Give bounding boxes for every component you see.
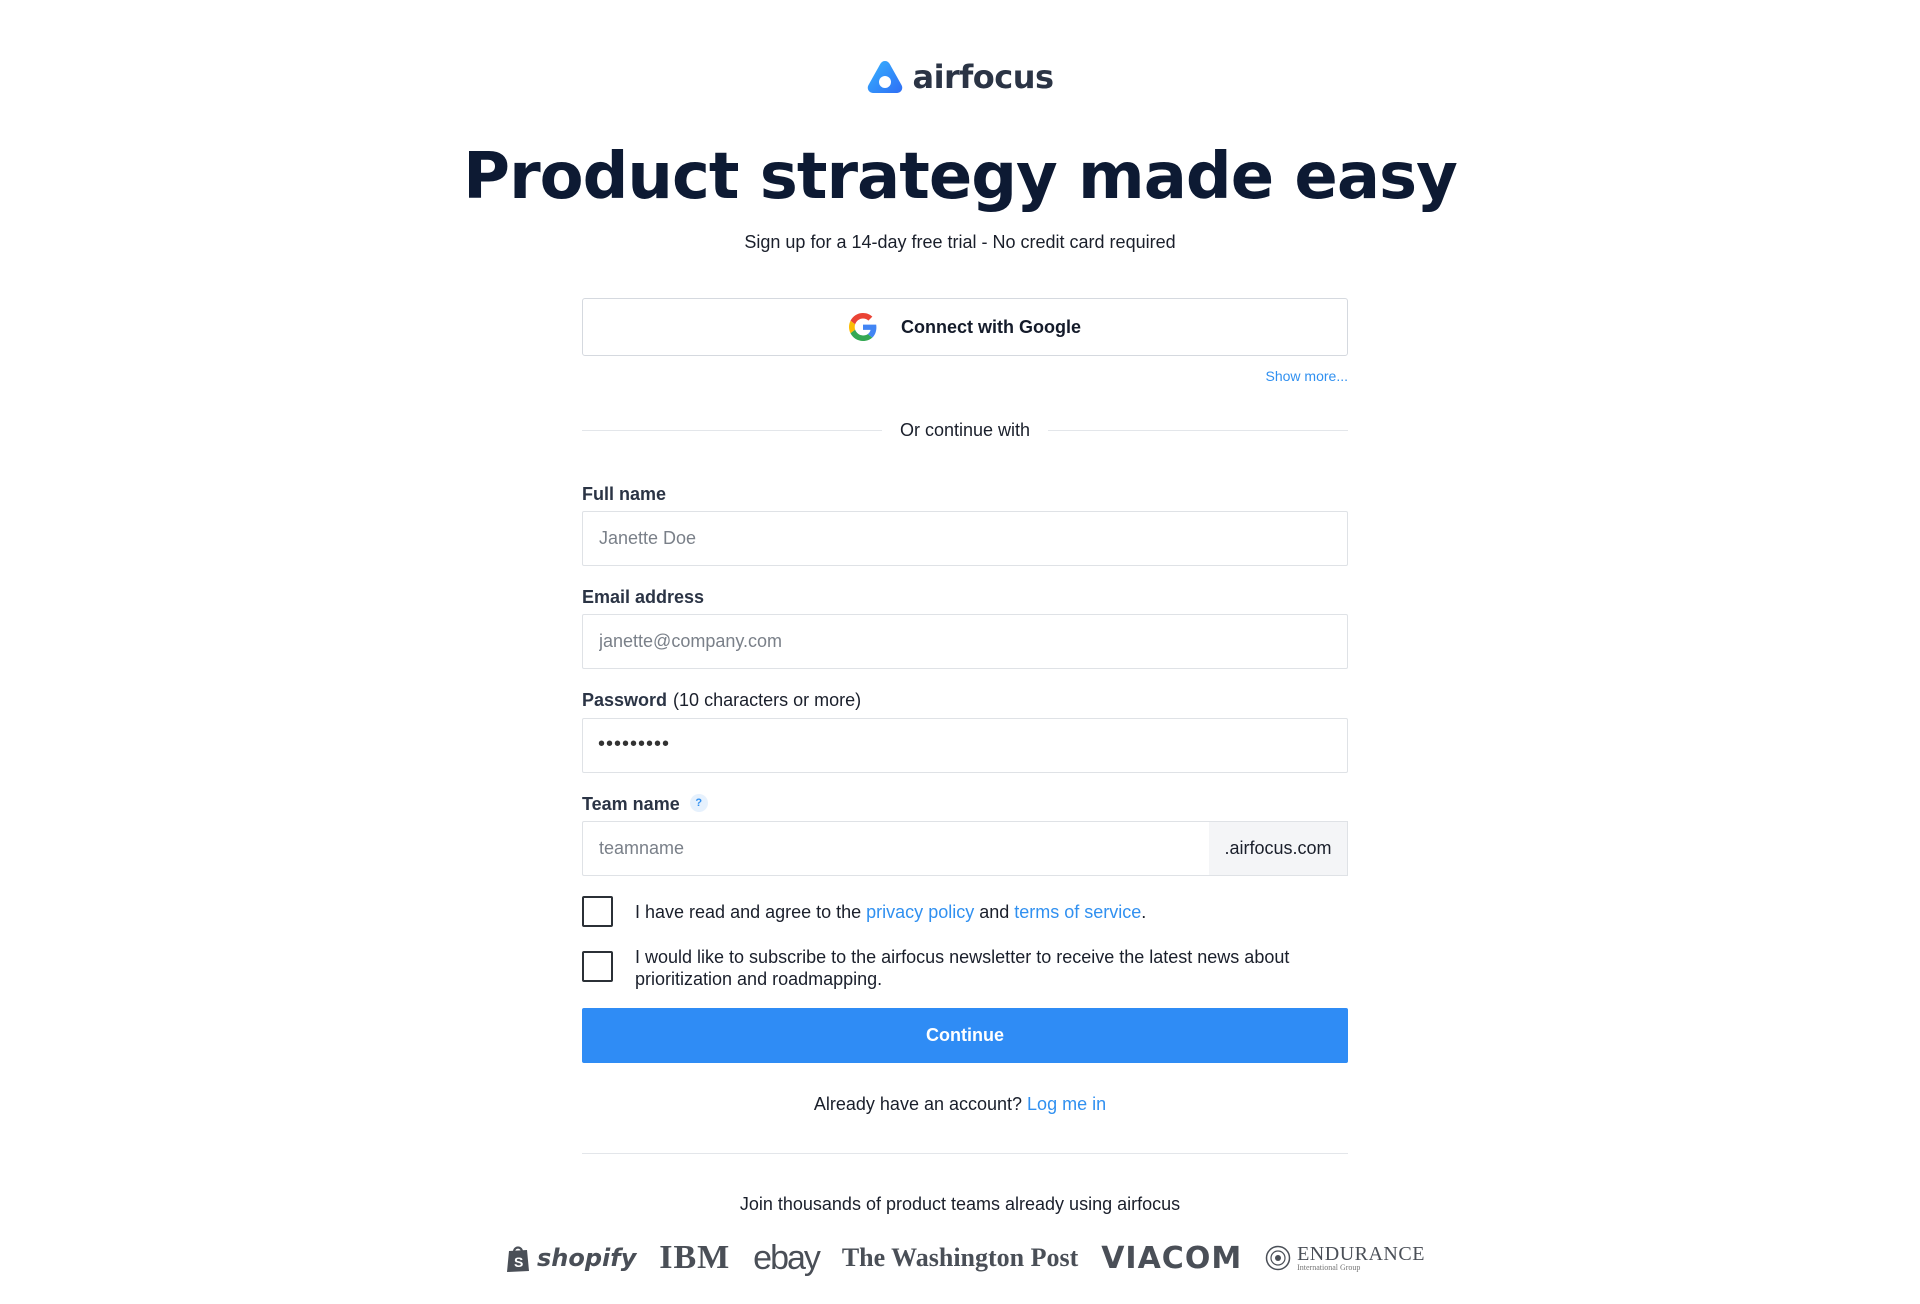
page-subtitle: Sign up for a 14-day free trial - No cre… — [744, 232, 1176, 252]
newsletter-text: I would like to subscribe to the airfocu… — [635, 947, 1290, 989]
shopify-logo-text: shopify — [537, 1244, 637, 1272]
connect-google-label: Connect with Google — [901, 316, 1081, 337]
password-label: Password — [582, 690, 668, 710]
privacy-policy-link[interactable]: privacy policy — [866, 902, 974, 922]
consent-prefix: I have read and agree to the — [635, 902, 867, 922]
login-prompt-text: Already have an account? — [813, 1094, 1028, 1114]
consent-row: I have read and agree to the privacy pol… — [582, 896, 1348, 927]
endurance-logo-subtext: International Group — [1297, 1263, 1361, 1272]
full-name-label: Full name — [582, 484, 667, 504]
or-divider: Or continue with — [582, 418, 1348, 442]
shopify-logo: S shopify — [505, 1243, 636, 1273]
ebay-logo: ebay — [753, 1238, 821, 1278]
team-name-input[interactable] — [582, 821, 1209, 876]
consent-text: I have read and agree to the privacy pol… — [635, 901, 1146, 923]
password-label-row: Password (10 characters or more) — [582, 690, 861, 711]
email-label: Email address — [582, 587, 705, 607]
consent-suffix: . — [1141, 902, 1147, 922]
full-name-input[interactable] — [582, 511, 1348, 566]
footer-divider — [582, 1153, 1348, 1154]
google-icon — [849, 313, 877, 341]
email-input[interactable] — [582, 614, 1348, 669]
ebay-logo-text: ebay — [753, 1238, 821, 1277]
team-name-label-row: Team name? — [582, 794, 708, 815]
terms-of-service-link[interactable]: terms of service — [1014, 902, 1141, 922]
help-icon[interactable]: ? — [689, 794, 708, 813]
airfocus-logo-text: airfocus — [912, 58, 1054, 96]
newsletter-checkbox[interactable] — [582, 951, 613, 982]
washington-post-logo-text: The Washington Post — [841, 1243, 1079, 1272]
log-me-in-link[interactable]: Log me in — [1027, 1094, 1106, 1114]
divider-line-left — [582, 429, 882, 431]
password-hint: (10 characters or more) — [673, 690, 862, 710]
ibm-logo-text: IBM — [659, 1239, 731, 1276]
viacom-logo: VIACOM — [1101, 1241, 1242, 1276]
login-prompt: Already have an account? Log me in — [0, 1094, 1920, 1115]
team-domain-suffix: .airfocus.com — [1209, 821, 1348, 876]
customer-logos: S shopify IBM ebay The Washington Post V… — [505, 1238, 1425, 1278]
newsletter-row: I would like to subscribe to the airfocu… — [582, 947, 1348, 990]
show-more-link[interactable]: Show more... — [1200, 368, 1348, 384]
endurance-logo-text: ENDURANCE — [1297, 1243, 1425, 1265]
divider-line-right — [1048, 429, 1348, 431]
viacom-logo-text: VIACOM — [1101, 1240, 1243, 1276]
team-name-label: Team name — [582, 794, 680, 814]
consent-checkbox[interactable] — [582, 896, 613, 927]
endurance-logo: ENDURANCE International Group — [1265, 1244, 1425, 1272]
connect-google-button[interactable]: Connect with Google — [582, 298, 1348, 356]
endurance-emblem-icon — [1265, 1245, 1291, 1271]
airfocus-logo-icon — [868, 61, 903, 93]
divider-text: Or continue with — [899, 419, 1031, 440]
ibm-logo: IBM — [659, 1239, 730, 1277]
page-title: Product strategy made easy — [463, 140, 1458, 214]
customers-heading: Join thousands of product teams already … — [739, 1194, 1181, 1214]
password-input[interactable] — [582, 718, 1348, 773]
washington-post-logo: The Washington Post — [842, 1243, 1078, 1273]
shopify-bag-icon: S — [507, 1246, 529, 1272]
svg-text:S: S — [514, 1254, 523, 1270]
continue-button[interactable]: Continue — [582, 1008, 1348, 1063]
consent-middle: and — [974, 902, 1015, 922]
airfocus-logo[interactable]: airfocus — [0, 58, 1920, 96]
